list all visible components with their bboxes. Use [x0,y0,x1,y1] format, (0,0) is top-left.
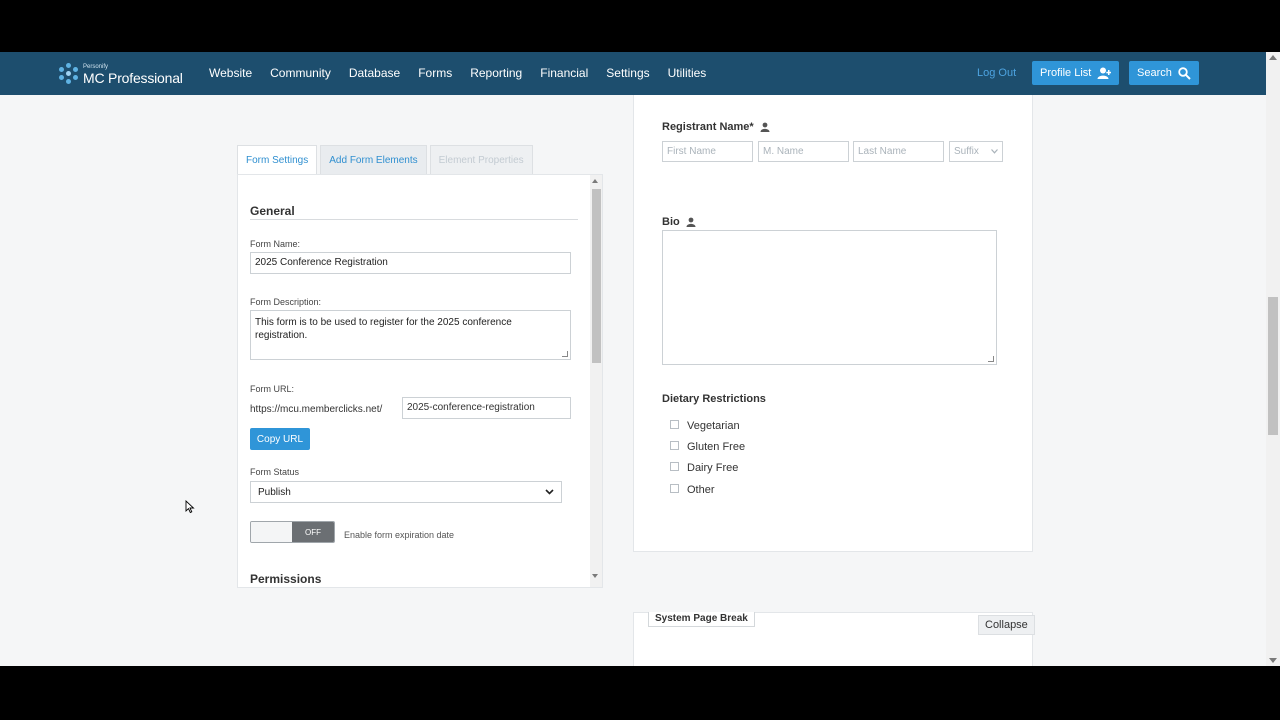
person-icon [760,122,770,132]
main-nav: Website Community Database Forms Reporti… [209,66,724,80]
panel-scroll-up-icon[interactable] [592,179,598,183]
nav-utilities[interactable]: Utilities [668,66,707,80]
search-button[interactable]: Search [1129,61,1199,85]
last-name-input[interactable]: Last Name [853,141,944,162]
profile-list-label: Profile List [1040,67,1092,79]
copy-url-button[interactable]: Copy URL [250,428,310,450]
form-description-text: This form is to be used to register for … [255,317,512,341]
general-heading: General [250,204,295,218]
expiration-toggle[interactable]: OFF [250,521,335,543]
tab-element-properties[interactable]: Element Properties [429,145,533,174]
page-scrollbar-thumb[interactable] [1268,297,1278,435]
option-vegetarian[interactable]: Vegetarian [670,419,740,432]
form-status-select[interactable]: Publish [250,481,562,503]
nav-settings[interactable]: Settings [606,66,649,80]
checkbox[interactable] [670,483,679,493]
option-label: Vegetarian [687,420,740,432]
search-label: Search [1137,67,1172,79]
add-user-icon [1097,67,1112,79]
resize-grip-icon[interactable] [988,356,994,362]
registrant-name-label: Registrant Name* [662,121,770,133]
page-break-label: System Page Break [648,612,755,627]
form-name-label: Form Name: [250,239,301,249]
option-other[interactable]: Other [670,483,715,496]
first-name-input[interactable]: First Name [662,141,753,162]
logout-link[interactable]: Log Out [977,67,1016,79]
bio-text: Bio [662,216,680,228]
registrant-name-text: Registrant Name* [662,121,754,133]
resize-grip-icon[interactable] [562,351,568,357]
nav-financial[interactable]: Financial [540,66,588,80]
middle-name-input[interactable]: M. Name [758,141,849,162]
divider [250,219,578,220]
form-url-label: Form URL: [250,384,295,394]
system-page-break: System Page Break Collapse [633,612,1035,666]
nav-reporting[interactable]: Reporting [470,66,522,80]
search-icon [1178,66,1191,80]
bio-textarea[interactable] [662,230,997,365]
top-navbar: Personify MC Professional Website Commun… [0,52,1266,95]
logo-mark-icon [58,63,80,85]
form-preview: Registrant Name* First Name M. Name Last… [633,95,1033,552]
suffix-value: Suffix [954,146,979,157]
form-status-label: Form Status [250,467,300,477]
mouse-cursor-icon [185,500,195,514]
nav-database[interactable]: Database [349,66,400,80]
suffix-select[interactable]: Suffix [949,141,1003,162]
permissions-heading: Permissions [250,572,322,586]
form-description-label: Form Description: [250,297,322,307]
nav-website[interactable]: Website [209,66,252,80]
person-icon [686,217,696,227]
nav-community[interactable]: Community [270,66,331,80]
dietary-restrictions-label: Dietary Restrictions [662,393,766,405]
collapse-button[interactable]: Collapse [978,615,1035,635]
profile-list-button[interactable]: Profile List [1032,61,1120,85]
tab-form-settings[interactable]: Form Settings [237,145,318,175]
nav-forms[interactable]: Forms [418,66,452,80]
panel-scrollbar-thumb[interactable] [592,189,601,363]
panel-scroll-down-icon[interactable] [592,574,598,578]
tab-add-form-elements[interactable]: Add Form Elements [320,145,427,174]
scroll-down-arrow-icon[interactable] [1269,658,1277,663]
bio-label: Bio [662,216,696,228]
form-name-input[interactable]: 2025 Conference Registration [250,252,571,274]
panel-scrollbar[interactable] [590,175,602,587]
checkbox[interactable] [670,419,679,429]
logo-text: MC Professional [83,69,183,86]
form-description-textarea[interactable]: This form is to be used to register for … [250,310,571,360]
option-label: Gluten Free [687,441,746,453]
option-dairy-free[interactable]: Dairy Free [670,461,739,474]
chevron-down-icon [545,489,554,495]
option-label: Dairy Free [687,462,739,474]
checkbox[interactable] [670,440,679,450]
expiration-label: Enable form expiration date [344,530,455,540]
option-label: Other [687,484,715,496]
form-url-base: https://mcu.memberclicks.net/ [250,404,383,415]
form-settings-panel: General Form Name: 2025 Conference Regis… [237,174,603,588]
toggle-state-label: OFF [292,522,334,542]
scroll-up-arrow-icon[interactable] [1269,55,1277,60]
form-url-slug-input[interactable]: 2025-conference-registration [402,397,571,419]
logo-small-text: Personify [83,63,109,70]
chevron-down-icon [991,149,998,154]
builder-tabs: Form Settings Add Form Elements Element … [237,145,536,175]
form-status-value: Publish [258,486,291,498]
app-viewport: Personify MC Professional Website Commun… [0,52,1280,666]
checkbox[interactable] [670,461,679,471]
option-gluten-free[interactable]: Gluten Free [670,440,746,453]
page-scrollbar[interactable] [1266,52,1280,666]
logo[interactable]: Personify MC Professional [58,62,183,86]
